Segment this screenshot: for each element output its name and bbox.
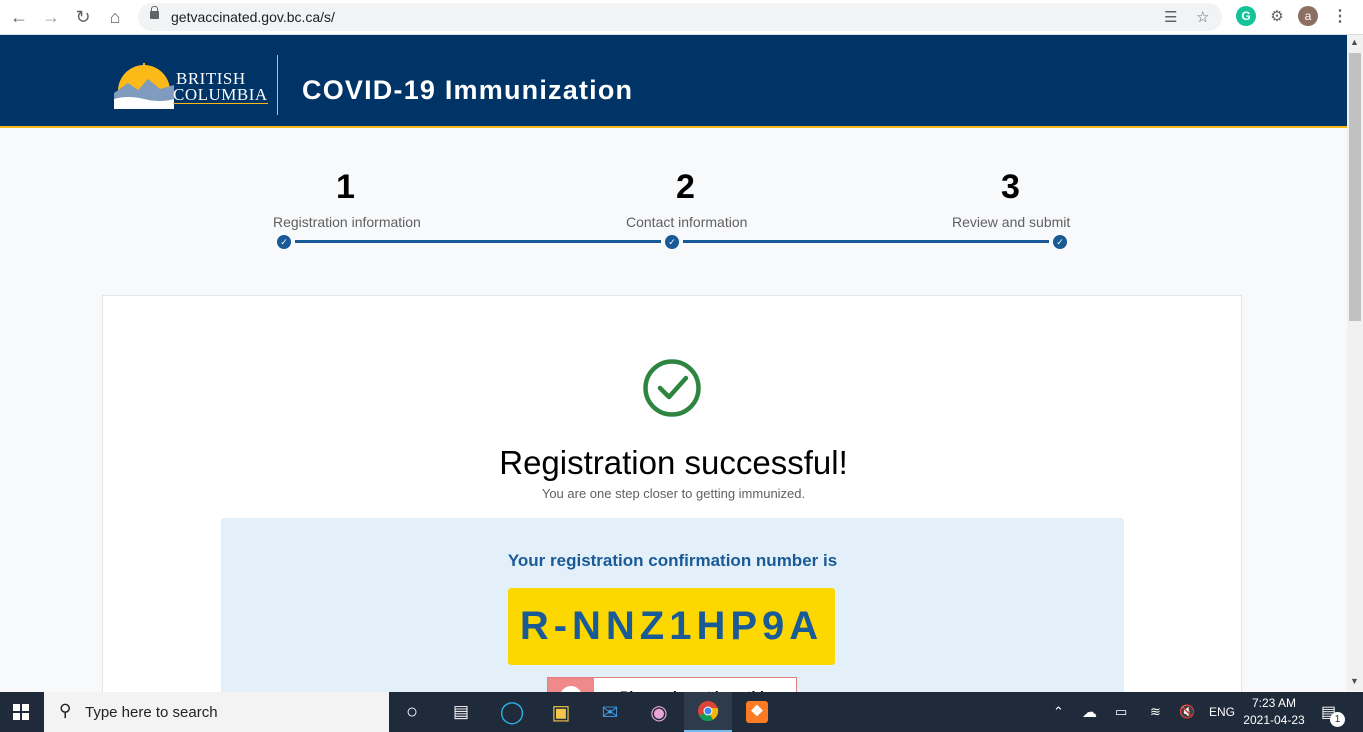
chrome-icon[interactable]	[684, 692, 732, 732]
browser-toolbar: ← → ↻ ⌂ getvaccinated.gov.bc.ca/s/ ☰ ☆ G…	[0, 0, 1363, 35]
step-2-number: 2	[676, 168, 695, 206]
taskbar-search[interactable]: ⚲ Type here to search	[44, 692, 389, 732]
success-check-icon	[643, 359, 701, 417]
header-divider	[277, 55, 278, 115]
extensions-puzzle-icon[interactable]: ⚙	[1267, 6, 1287, 26]
clock-date: 2021-04-23	[1243, 713, 1305, 727]
profile-avatar[interactable]: a	[1298, 6, 1318, 26]
taskbar-search-placeholder: Type here to search	[85, 704, 218, 721]
search-icon: ⚲	[59, 701, 72, 720]
site-header: BRITISH COLUMBIA COVID-19 Immunization	[0, 35, 1347, 128]
cortana-icon[interactable]: ○	[388, 692, 436, 732]
page-scrollbar[interactable]: ▲ ▼	[1347, 35, 1363, 691]
site-title: COVID-19 Immunization	[302, 75, 634, 105]
step-1-number: 1	[336, 168, 355, 206]
logo-line-2: COLUMBIA	[173, 85, 268, 104]
step-connector-1	[295, 240, 661, 243]
success-heading: Registration successful!	[499, 444, 848, 481]
scroll-up-icon[interactable]: ▲	[1350, 37, 1359, 47]
home-icon[interactable]: ⌂	[102, 5, 128, 29]
file-explorer-icon[interactable]: ▣	[537, 692, 585, 732]
windows-start-icon[interactable]	[13, 704, 29, 720]
volume-muted-icon[interactable]: 🔇	[1179, 692, 1195, 732]
notification-count-badge: 1	[1330, 712, 1345, 727]
step-3-label: Review and submit	[952, 214, 1071, 230]
url-text: getvaccinated.gov.bc.ca/s/	[171, 9, 335, 25]
wifi-icon[interactable]: ≋	[1150, 692, 1161, 732]
lock-icon[interactable]	[150, 6, 159, 19]
clock-time: 7:23 AM	[1251, 696, 1297, 710]
windows-taskbar: ⚲ Type here to search ○ ▤ ◯ ▣ ✉ ◉ ❖ ⌃ ☁ …	[0, 692, 1363, 732]
step-1-label: Registration information	[273, 214, 421, 230]
step-3-number: 3	[1001, 168, 1020, 206]
paint-icon[interactable]: ◉	[635, 692, 683, 732]
task-view-icon[interactable]: ▤	[437, 692, 485, 732]
onedrive-icon[interactable]: ☁	[1082, 692, 1097, 732]
scroll-down-icon[interactable]: ▼	[1350, 676, 1359, 686]
battery-icon[interactable]: ▭	[1115, 692, 1127, 732]
confirmation-panel: Your registration confirmation number is…	[221, 518, 1124, 718]
grammarly-icon[interactable]: G	[1236, 6, 1256, 26]
confirmation-number: R-NNZ1HP9A	[508, 588, 835, 665]
confirmation-label: Your registration confirmation number is	[507, 551, 838, 570]
step-3-check-icon: ✓	[1053, 235, 1067, 249]
step-2-check-icon: ✓	[665, 235, 679, 249]
step-connector-2	[683, 240, 1049, 243]
translate-icon[interactable]: ☰	[1164, 8, 1177, 26]
scroll-thumb[interactable]	[1349, 53, 1361, 321]
success-subtitle: You are one step closer to getting immun…	[541, 486, 806, 501]
menu-kebab-icon[interactable]: ⋮	[1330, 6, 1350, 26]
reload-icon[interactable]: ↻	[70, 5, 96, 29]
step-1-check-icon: ✓	[277, 235, 291, 249]
tray-overflow-icon[interactable]: ⌃	[1053, 692, 1064, 732]
mail-icon[interactable]: ✉	[586, 692, 634, 732]
back-icon[interactable]: ←	[6, 5, 32, 29]
system-clock[interactable]: 7:23 AM 2021-04-23	[1236, 695, 1312, 729]
forward-icon[interactable]: →	[38, 5, 64, 29]
step-2-label: Contact information	[626, 214, 748, 230]
bookmark-star-icon[interactable]: ☆	[1196, 8, 1209, 26]
logo-wordmark: BRITISH COLUMBIA	[173, 70, 268, 104]
language-indicator[interactable]: ENG	[1209, 692, 1235, 732]
xampp-icon[interactable]: ❖	[733, 692, 781, 732]
address-bar[interactable]: getvaccinated.gov.bc.ca/s/ ☰ ☆	[138, 3, 1222, 31]
edge-icon[interactable]: ◯	[488, 692, 536, 732]
